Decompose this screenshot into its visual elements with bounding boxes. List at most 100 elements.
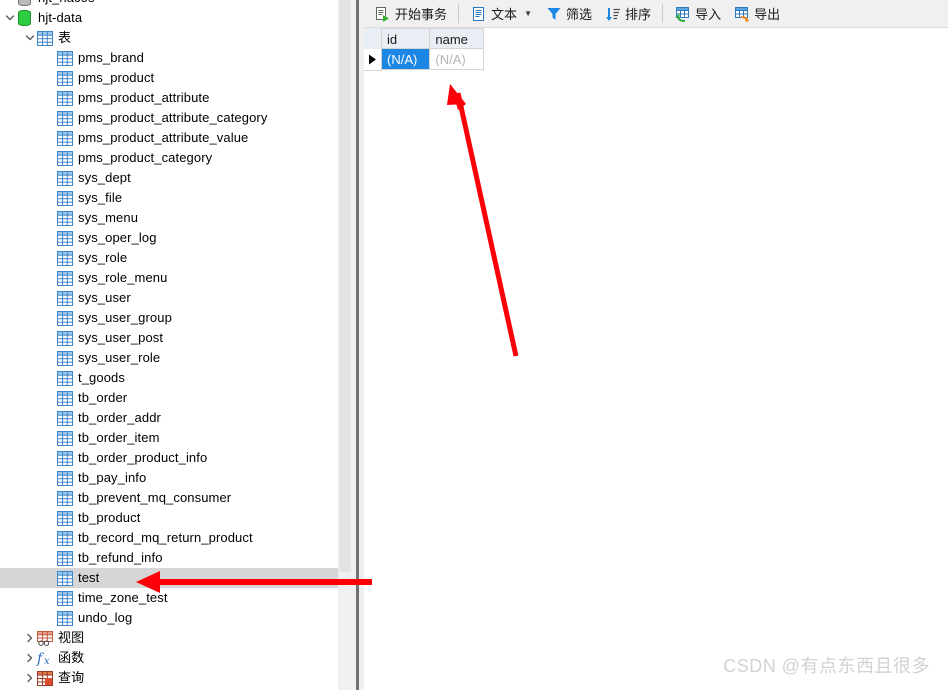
tree-item-tb_pay_info[interactable]: tb_pay_info — [0, 468, 352, 488]
filter-button[interactable]: 筛选 — [539, 2, 598, 25]
begin-transaction-button[interactable]: 开始事务 — [368, 2, 453, 25]
tree-item-pms_product_attribute_category[interactable]: pms_product_attribute_category — [0, 108, 352, 128]
tree-item-hjt-data[interactable]: hjt-data — [0, 8, 352, 28]
table-icon — [56, 370, 73, 387]
tree-item-tb_order_product_info[interactable]: tb_order_product_info — [0, 448, 352, 468]
database-client-window: hjt_nacos hjt-data 表 pms_brand pms_productpm… — [0, 0, 948, 690]
column-header-name[interactable]: name — [430, 28, 484, 49]
table-icon — [56, 230, 73, 247]
chevron-right-icon[interactable] — [24, 648, 36, 668]
tree-item-hjt_nacos[interactable]: hjt_nacos — [0, 0, 352, 8]
tree-item-sys_user_post[interactable]: sys_user_post — [0, 328, 352, 348]
tree-item-tb_order_addr[interactable]: tb_order_addr — [0, 408, 352, 428]
import-button[interactable]: 导入 — [668, 2, 727, 25]
tree-item-sys_user_role[interactable]: sys_user_role — [0, 348, 352, 368]
tree-item-查询[interactable]: 查询 — [0, 668, 352, 688]
tree-item-函数[interactable]: f x 函数 — [0, 648, 352, 668]
grid-header-row: id name — [364, 28, 484, 50]
tree-item-pms_product_attribute_value[interactable]: pms_product_attribute_value — [0, 128, 352, 148]
chevron-down-icon[interactable] — [24, 28, 36, 48]
grid-toolbar: 开始事务 文本 ▼ 筛选 排序 导入 导出 — [364, 0, 948, 28]
tree-item-label: sys_role_menu — [78, 270, 168, 285]
tree-item-tb_refund_info[interactable]: tb_refund_info — [0, 548, 352, 568]
tree-item-label: sys_user — [78, 290, 131, 305]
chevron-down-icon[interactable]: ▼ — [523, 9, 533, 18]
tree-item-sys_user[interactable]: sys_user — [0, 288, 352, 308]
tree-item-pms_product[interactable]: pms_product — [0, 68, 352, 88]
tree-vertical-scrollbar[interactable] — [338, 0, 352, 690]
tree-item-undo_log[interactable]: undo_log — [0, 608, 352, 628]
tree-item-label: tb_prevent_mq_consumer — [78, 490, 232, 505]
row-marker-header — [364, 28, 382, 50]
tree-item-表[interactable]: 表 — [0, 28, 352, 48]
tree-scrollbar-thumb[interactable] — [339, 0, 351, 572]
tree-item-sys_menu[interactable]: sys_menu — [0, 208, 352, 228]
tree-item-label: sys_oper_log — [78, 230, 157, 245]
sort-button[interactable]: 排序 — [598, 2, 657, 25]
tree-item-label: undo_log — [78, 610, 133, 625]
tree-item-tb_product[interactable]: tb_product — [0, 508, 352, 528]
tree-item-t_goods[interactable]: t_goods — [0, 368, 352, 388]
chevron-right-icon[interactable] — [24, 668, 36, 688]
tree-item-test[interactable]: test — [0, 568, 352, 588]
sort-descending-icon — [604, 5, 621, 22]
table-icon — [56, 530, 73, 547]
table-icon — [56, 590, 73, 607]
tree-item-tb_record_mq_return_product[interactable]: tb_record_mq_return_product — [0, 528, 352, 548]
tree-item-label: time_zone_test — [78, 590, 168, 605]
tree-item-pms_product_category[interactable]: pms_product_category — [0, 148, 352, 168]
tree-item-tb_prevent_mq_consumer[interactable]: tb_prevent_mq_consumer — [0, 488, 352, 508]
export-button[interactable]: 导出 — [727, 2, 786, 25]
chevron-right-icon[interactable] — [24, 628, 36, 648]
table-folder-icon — [36, 30, 53, 47]
tree-item-pms_product_attribute[interactable]: pms_product_attribute — [0, 88, 352, 108]
table-icon — [56, 50, 73, 67]
tree-item-sys_role_menu[interactable]: sys_role_menu — [0, 268, 352, 288]
sort-label: 排序 — [625, 7, 652, 22]
tree-item-label: tb_order — [78, 390, 128, 405]
tree-item-sys_dept[interactable]: sys_dept — [0, 168, 352, 188]
cell-id[interactable]: (N/A) — [382, 49, 431, 70]
panel-divider[interactable] — [352, 0, 364, 690]
table-icon — [56, 310, 73, 327]
text-view-label: 文本 — [491, 7, 518, 22]
tree-item-label: pms_product_attribute_value — [78, 130, 249, 145]
table-icon — [56, 390, 73, 407]
column-header-id[interactable]: id — [382, 28, 431, 49]
tree-item-tb_order[interactable]: tb_order — [0, 388, 352, 408]
tree-item-视图[interactable]: 视图 — [0, 628, 352, 648]
tree-item-sys_role[interactable]: sys_role — [0, 248, 352, 268]
chevron-down-icon[interactable] — [4, 8, 16, 28]
text-view-button[interactable]: 文本 ▼ — [464, 2, 539, 25]
toolbar-separator-2 — [662, 4, 664, 23]
tree-item-sys_user_group[interactable]: sys_user_group — [0, 308, 352, 328]
tree-item-sys_oper_log[interactable]: sys_oper_log — [0, 228, 352, 248]
tree-item-label: 查询 — [58, 670, 85, 685]
tree-item-label: sys_menu — [78, 210, 139, 225]
tree-item-time_zone_test[interactable]: time_zone_test — [0, 588, 352, 608]
tree-item-sys_file[interactable]: sys_file — [0, 188, 352, 208]
cell-name[interactable]: (N/A) — [430, 49, 484, 70]
table-row[interactable]: (N/A) (N/A) — [364, 49, 484, 71]
table-icon — [56, 210, 73, 227]
tree-item-pms_brand[interactable]: pms_brand — [0, 48, 352, 68]
tree-item-label: 函数 — [58, 650, 85, 665]
tree-item-label: hjt-data — [38, 10, 83, 25]
tree-item-tb_order_item[interactable]: tb_order_item — [0, 428, 352, 448]
